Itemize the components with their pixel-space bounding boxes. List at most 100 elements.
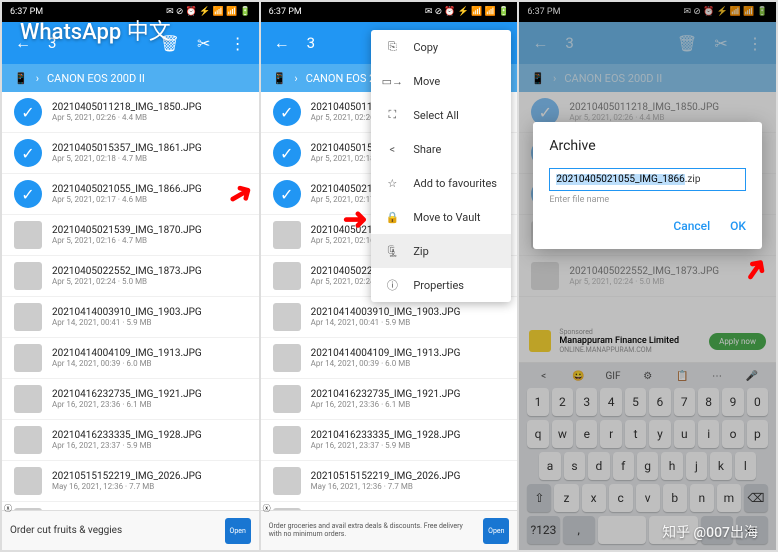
file-thumbnail [273, 467, 301, 495]
status-icons: ✉ ⊘ ⏰ ⚡ 📶 📶 🔋 [425, 7, 510, 17]
menu-label: Properties [413, 279, 464, 292]
file-name: 20210405022552_IMG_1873.JPG [52, 266, 247, 277]
chevron-icon: › [294, 72, 297, 85]
menu-item-properties[interactable]: ⓘProperties [371, 268, 511, 302]
file-item[interactable]: ✓ 20210405011218_IMG_1850.JPG Apr 5, 202… [2, 92, 259, 133]
context-menu: ⎘ Copy ▭→ Move ⛶ Select All < Share ☆Add to favo… [371, 30, 511, 302]
menu-item-move-to-vault[interactable]: 🔒Move to Vault [371, 200, 511, 234]
more-icon[interactable]: ⋮ [229, 34, 247, 52]
file-thumbnail [14, 385, 42, 413]
file-meta: Apr 5, 2021, 02:18 · 4.7 MB [52, 154, 247, 163]
file-item[interactable]: 20210604212934_IMG_2142.JPG [261, 502, 518, 510]
move-to-vault-icon: 🔒 [385, 210, 399, 224]
ad-close-icon[interactable]: ⓧ [4, 503, 14, 513]
cancel-button[interactable]: Cancel [673, 219, 710, 233]
ok-button[interactable]: OK [730, 219, 746, 233]
file-thumbnail [14, 221, 42, 249]
menu-item-zip[interactable]: 🗜Zip [371, 234, 511, 268]
file-item[interactable]: 20210604212934_IMG_2142.JPG [2, 502, 259, 510]
input-hint: Enter file name [549, 195, 746, 205]
file-thumbnail [14, 262, 42, 290]
file-item[interactable]: 20210414003910_IMG_1903.JPG Apr 14, 2021… [261, 297, 518, 338]
file-name: 20210405015357_IMG_1861.JPG [52, 143, 247, 154]
selection-count: 3 [48, 34, 145, 52]
file-meta: Apr 16, 2021, 23:37 · 5.9 MB [311, 441, 506, 450]
status-bar: 6:37 PM ✉ ⊘ ⏰ ⚡ 📶 📶 🔋 [2, 2, 259, 22]
menu-label: Move [413, 75, 440, 88]
phone-screen-1: 6:37 PM ✉ ⊘ ⏰ ⚡ 📶 📶 🔋 ← 3 🗑 ✂ ⋮ 📱 › CANO… [2, 2, 259, 550]
status-icons: ✉ ⊘ ⏰ ⚡ 📶 📶 🔋 [166, 7, 251, 17]
menu-item-select-all[interactable]: ⛶ Select All [371, 98, 511, 132]
back-icon[interactable]: ← [14, 34, 32, 52]
file-item[interactable]: 20210405022552_IMG_1873.JPG Apr 5, 2021,… [2, 256, 259, 297]
file-name: 20210405011218_IMG_1850.JPG [52, 102, 247, 113]
menu-label: Copy [413, 41, 438, 54]
app-bar: ← 3 🗑 ✂ ⋮ [2, 22, 259, 64]
device-icon: 📱 [14, 72, 28, 85]
menu-item-move[interactable]: ▭→ Move [371, 64, 511, 98]
file-meta: May 16, 2021, 12:36 · 7.7 MB [311, 482, 506, 491]
file-name: 20210515152219_IMG_2026.JPG [311, 471, 506, 482]
file-thumbnail [14, 426, 42, 454]
file-item[interactable]: 20210515152219_IMG_2026.JPG May 16, 2021… [261, 461, 518, 502]
checkmark-icon: ✓ [14, 180, 42, 208]
file-meta: Apr 5, 2021, 02:24 · 5.0 MB [52, 277, 247, 286]
trash-icon[interactable]: 🗑 [161, 34, 179, 52]
breadcrumb-path: CANON EOS 200D II [47, 72, 145, 85]
input-extension: .zip [685, 174, 701, 185]
file-name: 20210416232735_IMG_1921.JPG [52, 389, 247, 400]
status-bar: 6:37 PM ✉ ⊘ ⏰ ⚡ 📶 📶 🔋 [261, 2, 518, 22]
phone-screen-3: 6:37 PM ✉ ⊘ ⏰ ⚡ 📶 📶 🔋 ← 3 🗑 ✂ ⋮ 📱 › CANO… [519, 2, 776, 550]
file-thumbnail [273, 221, 301, 249]
file-name: 20210414003910_IMG_1903.JPG [52, 307, 247, 318]
menu-label: Share [413, 143, 441, 156]
file-item[interactable]: 20210515152219_IMG_2026.JPG May 16, 2021… [2, 461, 259, 502]
file-item[interactable]: ✓ 20210405021055_IMG_1866.JPG Apr 5, 202… [2, 174, 259, 215]
ad-title: Order groceries and avail extra deals & … [269, 523, 478, 538]
file-thumbnail [273, 303, 301, 331]
status-time: 6:37 PM [10, 7, 43, 17]
file-name: 20210414004109_IMG_1913.JPG [311, 348, 506, 359]
file-item[interactable]: 20210416233335_IMG_1928.JPG Apr 16, 2021… [2, 420, 259, 461]
file-item[interactable]: 20210416232735_IMG_1921.JPG Apr 16, 2021… [2, 379, 259, 420]
file-name: 20210416232735_IMG_1921.JPG [311, 389, 506, 400]
file-item[interactable]: 20210416232735_IMG_1921.JPG Apr 16, 2021… [261, 379, 518, 420]
file-item[interactable]: 20210414004109_IMG_1913.JPG Apr 14, 2021… [2, 338, 259, 379]
file-meta: Apr 14, 2021, 00:39 · 6.0 MB [311, 359, 506, 368]
file-meta: Apr 16, 2021, 23:37 · 5.9 MB [52, 441, 247, 450]
share-icon: < [385, 142, 399, 156]
move-icon: ▭→ [385, 74, 399, 88]
file-meta: Apr 5, 2021, 02:17 · 4.6 MB [52, 195, 247, 204]
filename-input[interactable]: 20210405021055_IMG_1866.zip [549, 168, 746, 191]
ad-logo: Open [483, 518, 509, 544]
file-item[interactable]: 20210414004109_IMG_1913.JPG Apr 14, 2021… [261, 338, 518, 379]
file-thumbnail [14, 467, 42, 495]
ad-banner[interactable]: ⓧ Order groceries and avail extra deals … [261, 510, 518, 550]
ad-close-icon[interactable]: ⓧ [263, 503, 273, 513]
file-item[interactable]: 20210405021539_IMG_1870.JPG Apr 5, 2021,… [2, 215, 259, 256]
cut-icon[interactable]: ✂ [195, 34, 213, 52]
ad-logo: Open [225, 518, 251, 544]
file-item[interactable]: 20210414003910_IMG_1903.JPG Apr 14, 2021… [2, 297, 259, 338]
back-icon[interactable]: ← [273, 34, 291, 52]
menu-item-copy[interactable]: ⎘ Copy [371, 30, 511, 64]
select-all-icon: ⛶ [385, 108, 399, 122]
file-item[interactable]: ✓ 20210405015357_IMG_1861.JPG Apr 5, 202… [2, 133, 259, 174]
input-selection: 20210405021055_IMG_1866 [556, 174, 684, 185]
menu-item-add-to-favourites[interactable]: ☆Add to favourites [371, 166, 511, 200]
file-thumbnail [273, 344, 301, 372]
file-meta: Apr 14, 2021, 00:39 · 6.0 MB [52, 359, 247, 368]
copy-icon: ⎘ [385, 40, 399, 54]
checkmark-icon: ✓ [273, 180, 301, 208]
file-thumbnail [273, 426, 301, 454]
ad-banner[interactable]: ⓧ Order cut fruits & veggies Open [2, 510, 259, 550]
breadcrumb[interactable]: 📱 › CANON EOS 200D II [2, 64, 259, 92]
menu-item-share[interactable]: < Share [371, 132, 511, 166]
file-list[interactable]: ✓ 20210405011218_IMG_1850.JPG Apr 5, 202… [2, 92, 259, 510]
checkmark-icon: ✓ [273, 139, 301, 167]
menu-label: Select All [413, 109, 458, 122]
file-meta: Apr 5, 2021, 02:16 · 4.7 MB [52, 236, 247, 245]
ad-title: Order cut fruits & veggies [10, 525, 219, 536]
file-item[interactable]: 20210416233335_IMG_1928.JPG Apr 16, 2021… [261, 420, 518, 461]
file-thumbnail [273, 262, 301, 290]
